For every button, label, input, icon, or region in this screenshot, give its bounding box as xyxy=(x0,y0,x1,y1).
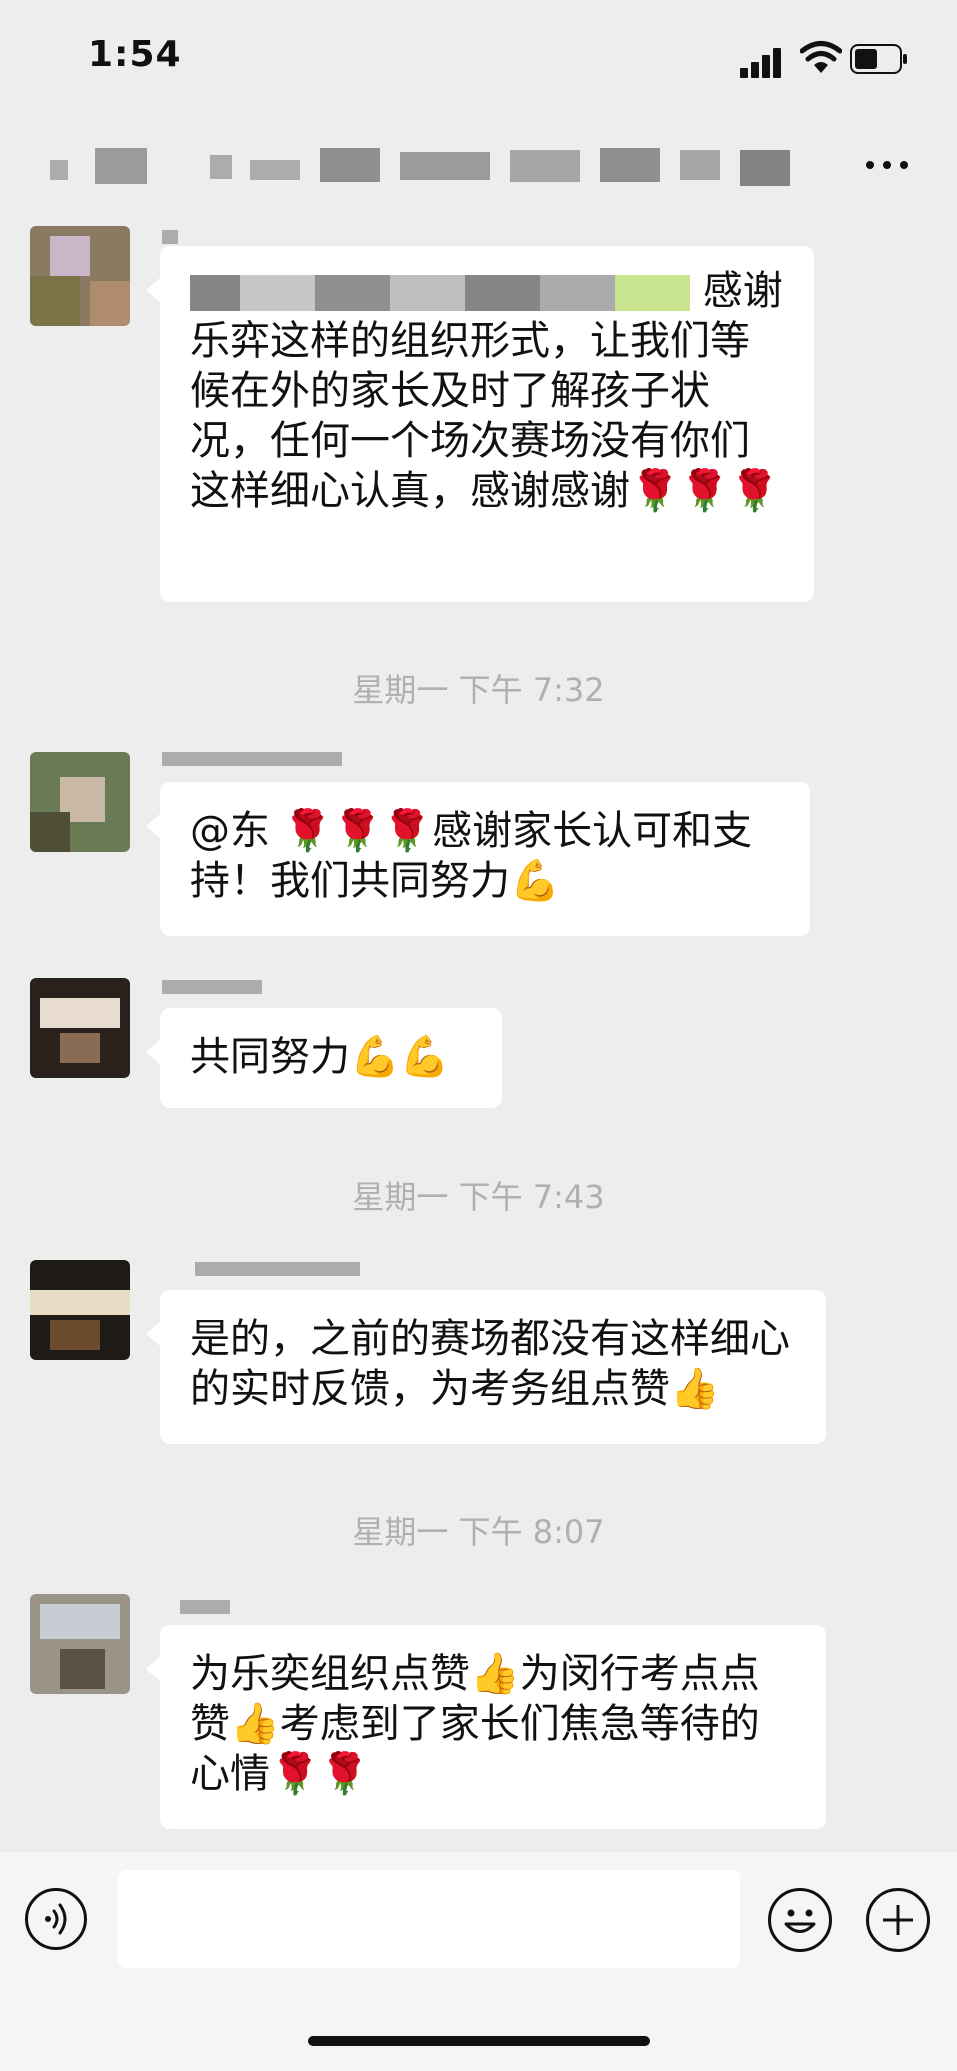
sender-name xyxy=(162,230,178,244)
message-text: @东 🌹🌹🌹感谢家长认可和支持！我们共同努力💪 xyxy=(190,808,753,904)
emoji-icon[interactable] xyxy=(768,1888,832,1952)
home-indicator xyxy=(308,2036,650,2046)
status-time: 1:54 xyxy=(88,34,182,75)
message-bubble[interactable]: @东 🌹🌹🌹感谢家长认可和支持！我们共同努力💪 xyxy=(146,782,810,936)
chat-title-bar xyxy=(0,120,957,220)
message-bubble[interactable]: 是的，之前的赛场都没有这样细心的实时反馈，为考务组点赞👍 xyxy=(146,1290,826,1444)
timestamp: 星期一 下午 8:07 xyxy=(352,1513,605,1551)
message-input[interactable] xyxy=(118,1870,740,1968)
wifi-icon xyxy=(800,41,842,73)
message-bubble[interactable]: 为乐奕组织点赞👍为闵行考点点赞👍考虑到了家长们焦急等待的心情🌹🌹 xyxy=(146,1625,826,1829)
avatar[interactable] xyxy=(30,1594,130,1694)
avatar[interactable] xyxy=(30,752,130,852)
more-icon[interactable] xyxy=(862,150,912,180)
timestamp: 星期一 下午 7:43 xyxy=(352,1178,605,1216)
message-bubble[interactable]: 共同努力💪💪 xyxy=(146,1008,502,1108)
signal-icon xyxy=(740,44,784,78)
timestamp: 星期一 下午 7:32 xyxy=(352,671,605,709)
avatar[interactable] xyxy=(30,978,130,1078)
sender-name xyxy=(162,752,342,766)
plus-icon[interactable] xyxy=(866,1888,930,1952)
message-text: 共同努力💪💪 xyxy=(190,1034,450,1080)
sender-name xyxy=(162,980,262,994)
battery-icon xyxy=(850,44,907,74)
avatar[interactable] xyxy=(30,226,130,326)
message-text: 为乐奕组织点赞👍为闵行考点点赞👍考虑到了家长们焦急等待的心情🌹🌹 xyxy=(190,1651,760,1797)
sender-name xyxy=(180,1600,230,1614)
voice-icon[interactable] xyxy=(25,1888,87,1950)
message-bubble[interactable]: 感谢乐弈这样的组织形式，让我们等候在外的家长及时了解孩子状况，任何一个场次赛场没… xyxy=(146,246,814,602)
avatar[interactable] xyxy=(30,1260,130,1360)
message-text: 是的，之前的赛场都没有这样细心的实时反馈，为考务组点赞👍 xyxy=(190,1316,790,1412)
sender-name xyxy=(195,1262,360,1276)
